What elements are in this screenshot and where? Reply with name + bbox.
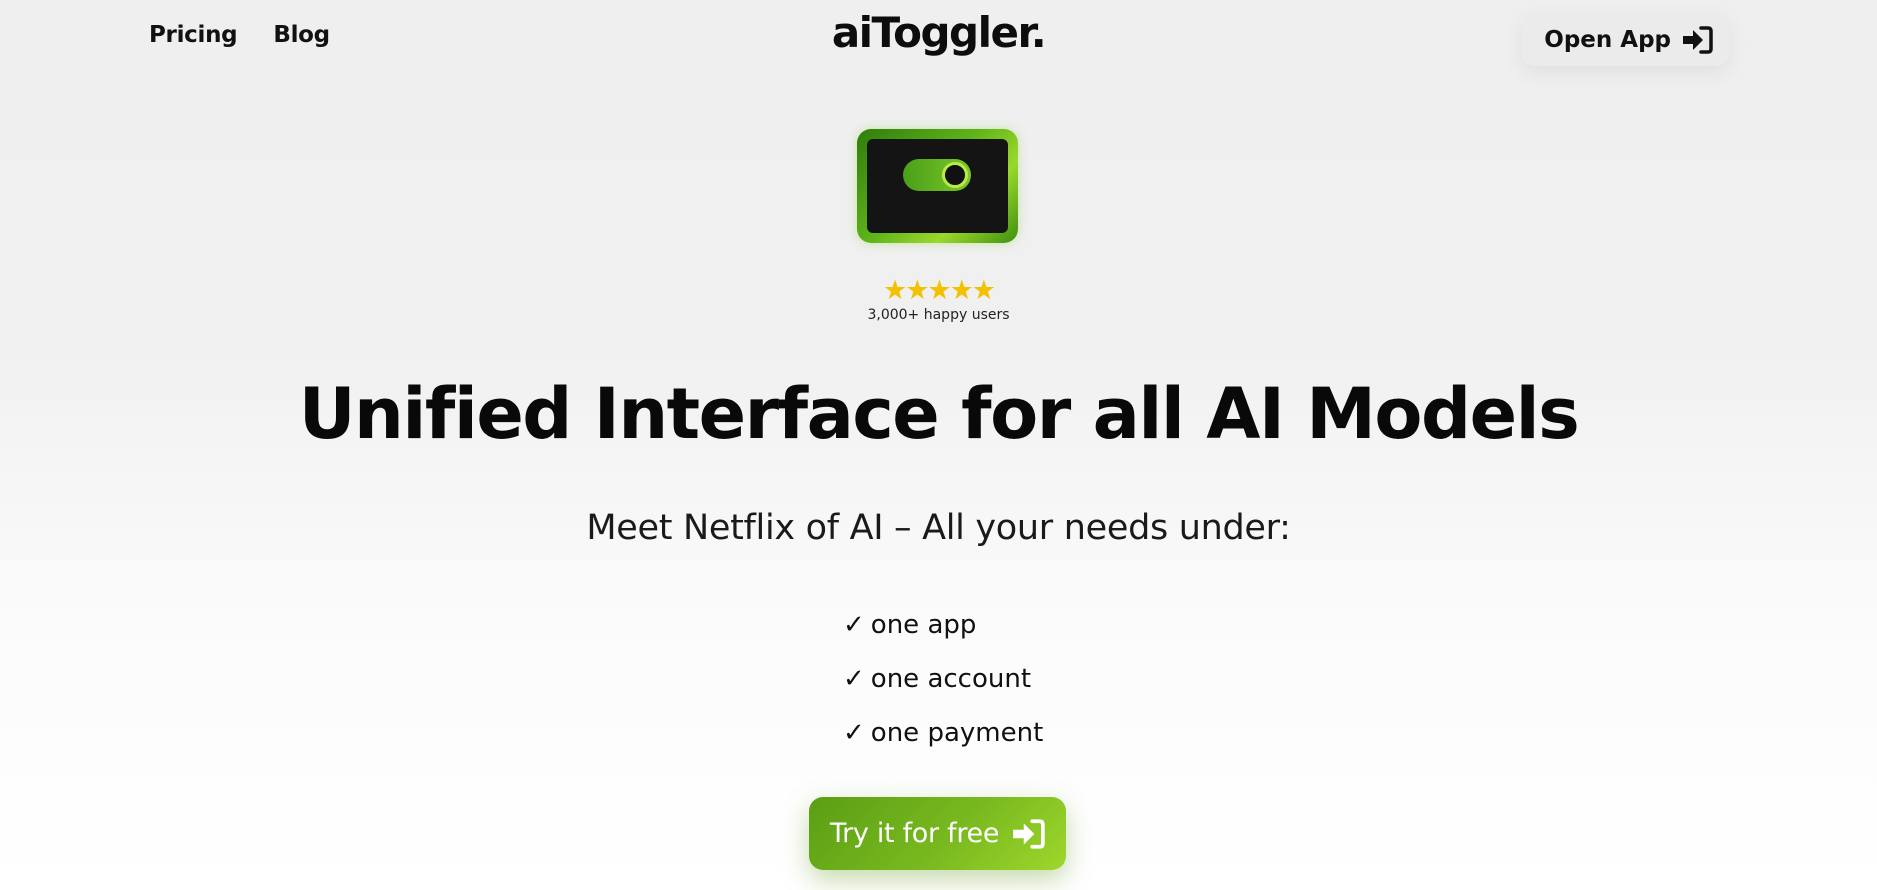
rating-block: ★★★★★ 3,000+ happy users [0, 275, 1877, 324]
feature-text: one payment [870, 718, 1044, 748]
happy-users-text: 3,000+ happy users [867, 307, 1010, 323]
hero-headline: Unified Interface for all AI Models [298, 373, 1580, 455]
feature-item: ✓ one app [843, 598, 1043, 652]
open-app-label: Open App [1544, 27, 1671, 53]
checkmark-icon: ✓ [843, 610, 865, 640]
open-app-button[interactable]: Open App [1522, 14, 1729, 66]
checkmark-icon: ✓ [843, 664, 865, 694]
checkmark-icon: ✓ [843, 718, 865, 748]
feature-item: ✓ one payment [843, 706, 1043, 760]
feature-text: one account [870, 664, 1032, 694]
try-free-button[interactable]: Try it for free [809, 797, 1066, 870]
toggle-switch-icon [857, 129, 1018, 243]
feature-item: ✓ one account [843, 652, 1043, 706]
sign-in-icon [1011, 818, 1045, 850]
star-rating-icon: ★★★★★ [882, 275, 996, 306]
hero-subheadline: Meet Netflix of AI – All your needs unde… [586, 508, 1291, 548]
sign-in-icon [1681, 25, 1713, 55]
try-free-label: Try it for free [829, 818, 1000, 849]
feature-text: one app [870, 610, 977, 640]
toggle-track [903, 159, 971, 191]
feature-list: ✓ one app ✓ one account ✓ one payment [843, 598, 1043, 760]
toggle-knob [942, 162, 968, 188]
